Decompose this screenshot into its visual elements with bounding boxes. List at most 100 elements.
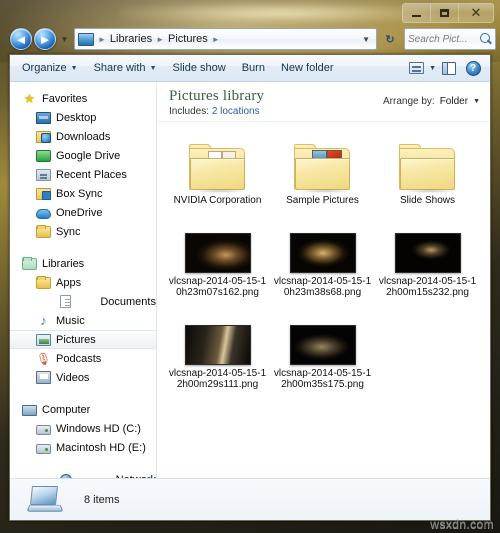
minimize-button[interactable] bbox=[403, 4, 431, 22]
sidebar-item-podcasts[interactable]: 🎙 Podcasts bbox=[10, 349, 156, 368]
sidebar-item-sync[interactable]: Sync bbox=[10, 222, 156, 241]
folder-icon bbox=[36, 225, 51, 238]
sidebar-item-macintosh-hd[interactable]: Macintosh HD (E:) bbox=[10, 438, 156, 457]
breadcrumb-libraries[interactable]: Libraries bbox=[108, 33, 154, 45]
view-chevron-down-icon[interactable]: ▼ bbox=[429, 65, 436, 72]
library-header: Pictures library Includes: 2 locations A… bbox=[157, 82, 490, 122]
list-item[interactable]: Sample Pictures bbox=[270, 132, 375, 213]
explorer-body: ★ Favorites Desktop Downloads Google Dri… bbox=[10, 82, 490, 478]
breadcrumb-separator-2[interactable]: ► bbox=[210, 35, 222, 44]
item-thumbnail bbox=[184, 307, 251, 365]
sidebar-label-music: Music bbox=[56, 314, 85, 327]
includes-label: Includes: bbox=[169, 106, 210, 117]
sidebar-label-sync: Sync bbox=[56, 225, 81, 238]
address-dropdown-icon[interactable]: ▼ bbox=[362, 35, 373, 44]
slide-show-button[interactable]: Slide show bbox=[165, 57, 234, 79]
downloads-folder-icon bbox=[36, 131, 51, 143]
includes-locations-link[interactable]: 2 locations bbox=[212, 106, 260, 117]
sidebar-item-pictures[interactable]: Pictures bbox=[10, 330, 156, 349]
sidebar-label-videos: Videos bbox=[56, 371, 90, 384]
nav-group-libraries: Libraries Apps Documents ♪ Music Picture… bbox=[10, 254, 156, 387]
desktop-icon bbox=[36, 112, 51, 124]
navigation-pane[interactable]: ★ Favorites Desktop Downloads Google Dri… bbox=[10, 82, 157, 478]
refresh-icon[interactable]: ↻ bbox=[379, 28, 401, 50]
sidebar-item-apps[interactable]: Apps bbox=[10, 273, 156, 292]
arrange-by-value[interactable]: Folder bbox=[440, 96, 468, 107]
list-item[interactable]: Slide Shows bbox=[375, 132, 480, 213]
sidebar-label-google-drive: Google Drive bbox=[56, 149, 121, 162]
sidebar-item-libraries[interactable]: Libraries bbox=[10, 254, 156, 273]
organize-button[interactable]: Organize ▼ bbox=[14, 57, 86, 79]
burn-button[interactable]: Burn bbox=[234, 57, 273, 79]
sidebar-item-downloads[interactable]: Downloads bbox=[10, 127, 156, 146]
sidebar-item-videos[interactable]: Videos bbox=[10, 368, 156, 387]
arrange-by-control[interactable]: Arrange by: Folder ▼ bbox=[383, 88, 480, 107]
list-item[interactable]: vlcsnap-2014-05-15-10h23m07s162.png bbox=[165, 213, 270, 305]
sidebar-item-network[interactable]: Network bbox=[10, 470, 156, 478]
breadcrumb-separator-0[interactable]: ► bbox=[96, 35, 108, 44]
address-bar-row: ◄ ► ▼ ► Libraries ► Pictures ► ▼ ↻ Searc… bbox=[4, 26, 496, 52]
sidebar-item-google-drive[interactable]: Google Drive bbox=[10, 146, 156, 165]
chevron-down-icon[interactable]: ▼ bbox=[473, 98, 480, 105]
sidebar-item-desktop[interactable]: Desktop bbox=[10, 108, 156, 127]
preview-pane-button[interactable] bbox=[438, 58, 460, 79]
breadcrumb-pictures[interactable]: Pictures bbox=[166, 33, 210, 45]
command-bar: Organize ▼ Share with ▼ Slide show Burn … bbox=[10, 55, 490, 82]
folder-icon bbox=[188, 144, 247, 193]
list-item[interactable]: vlcsnap-2014-05-15-10h23m38s68.png bbox=[270, 213, 375, 305]
sidebar-item-windows-hd[interactable]: Windows HD (C:) bbox=[10, 419, 156, 438]
change-view-button[interactable] bbox=[405, 58, 427, 79]
recent-pages-dropdown-icon[interactable]: ▼ bbox=[58, 35, 71, 44]
nav-group-favorites: ★ Favorites Desktop Downloads Google Dri… bbox=[10, 89, 156, 241]
list-item[interactable]: NVIDIA Corporation bbox=[165, 132, 270, 213]
sidebar-item-favorites[interactable]: ★ Favorites bbox=[10, 89, 156, 108]
item-label: NVIDIA Corporation bbox=[173, 195, 262, 206]
image-thumbnail-icon bbox=[289, 324, 356, 365]
content-pane[interactable]: Pictures library Includes: 2 locations A… bbox=[157, 82, 490, 478]
sidebar-item-recent-places[interactable]: Recent Places bbox=[10, 165, 156, 184]
back-button[interactable]: ◄ bbox=[10, 28, 32, 50]
share-with-button[interactable]: Share with ▼ bbox=[86, 57, 165, 79]
sidebar-item-computer[interactable]: Computer bbox=[10, 400, 156, 419]
status-bar: 8 items bbox=[10, 478, 490, 520]
folder-location-icon bbox=[78, 32, 94, 46]
sidebar-label-podcasts: Podcasts bbox=[56, 352, 102, 365]
address-bar[interactable]: ► Libraries ► Pictures ► ▼ bbox=[74, 28, 377, 50]
sidebar-label-windows-hd: Windows HD (C:) bbox=[56, 422, 141, 435]
computer-icon bbox=[22, 404, 37, 416]
sidebar-item-onedrive[interactable]: OneDrive bbox=[10, 203, 156, 222]
library-includes: Includes: 2 locations bbox=[169, 106, 264, 117]
explorer-client-area: Organize ▼ Share with ▼ Slide show Burn … bbox=[9, 54, 491, 521]
glass-highlight bbox=[120, 2, 440, 24]
maximize-button[interactable] bbox=[431, 4, 459, 22]
list-item[interactable]: vlcsnap-2014-05-15-12h00m29s111.png bbox=[165, 305, 270, 397]
sidebar-item-documents[interactable]: Documents bbox=[10, 292, 156, 311]
help-button[interactable]: ? bbox=[462, 58, 484, 79]
sidebar-item-music[interactable]: ♪ Music bbox=[10, 311, 156, 330]
new-folder-button[interactable]: New folder bbox=[273, 57, 342, 79]
item-label: vlcsnap-2014-05-15-12h00m29s111.png bbox=[168, 367, 267, 391]
list-item[interactable]: vlcsnap-2014-05-15-12h00m35s175.png bbox=[270, 305, 375, 397]
onedrive-cloud-icon bbox=[36, 208, 51, 219]
list-item[interactable]: vlcsnap-2014-05-15-12h00m15s232.png bbox=[375, 213, 480, 305]
item-thumbnail bbox=[293, 134, 352, 193]
star-icon: ★ bbox=[23, 90, 36, 106]
organize-label: Organize bbox=[22, 62, 67, 74]
nav-group-network: Network bbox=[10, 470, 156, 478]
watermark: wsxdn.com bbox=[430, 517, 494, 531]
folder-icon bbox=[398, 144, 457, 193]
windows-drive-icon bbox=[36, 424, 51, 435]
sidebar-label-macintosh-hd: Macintosh HD (E:) bbox=[56, 441, 146, 454]
sidebar-item-box-sync[interactable]: Box Sync bbox=[10, 184, 156, 203]
page-title: Pictures library bbox=[169, 88, 265, 104]
breadcrumb-separator-1[interactable]: ► bbox=[154, 35, 166, 44]
status-item-count: 8 items bbox=[84, 493, 120, 506]
file-list[interactable]: NVIDIA Corporation Sample Pictures Slide… bbox=[157, 122, 490, 401]
forward-button[interactable]: ► bbox=[34, 28, 56, 50]
close-button[interactable]: ✕ bbox=[459, 4, 493, 22]
item-label: vlcsnap-2014-05-15-10h23m38s68.png bbox=[273, 275, 372, 299]
search-box[interactable]: Search Pict... bbox=[404, 28, 496, 50]
video-icon bbox=[36, 371, 51, 385]
folder-with-photos-icon bbox=[293, 144, 352, 193]
search-input[interactable]: Search Pict... bbox=[408, 34, 478, 45]
